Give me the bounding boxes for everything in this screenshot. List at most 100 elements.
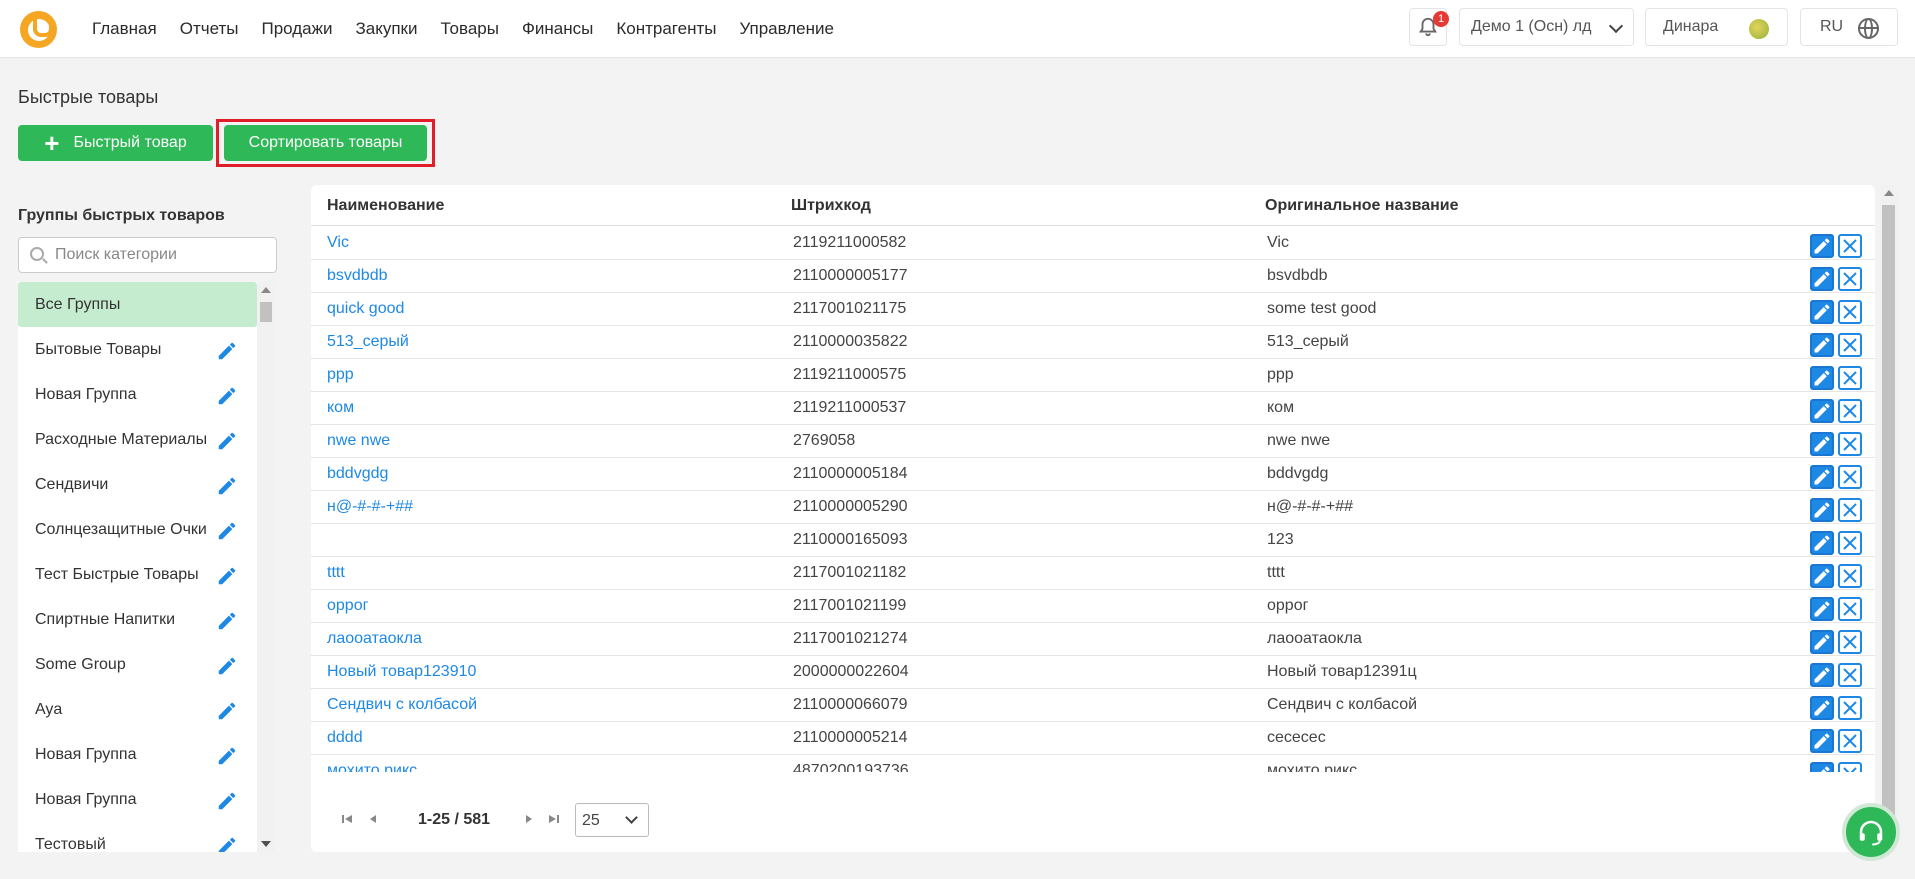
delete-row-button[interactable]	[1838, 267, 1862, 291]
next-page-icon[interactable]	[523, 813, 535, 825]
good-name-link[interactable]: оррог	[327, 597, 368, 615]
delete-row-button[interactable]	[1838, 432, 1862, 456]
logo[interactable]	[20, 11, 57, 48]
edit-pencil-icon[interactable]	[216, 475, 238, 497]
delete-row-button[interactable]	[1838, 696, 1862, 720]
edit-row-button[interactable]	[1810, 465, 1834, 489]
edit-pencil-icon[interactable]	[216, 745, 238, 767]
good-name-link[interactable]: Сендвич с колбасой	[327, 696, 477, 714]
nav-goods[interactable]: Товары	[440, 19, 498, 39]
edit-pencil-icon[interactable]	[216, 655, 238, 677]
scroll-down-icon[interactable]	[261, 841, 271, 847]
edit-row-button[interactable]	[1810, 564, 1834, 588]
column-barcode[interactable]: Штрихкод	[791, 197, 871, 215]
delete-row-button[interactable]	[1838, 234, 1862, 258]
edit-pencil-icon[interactable]	[216, 430, 238, 452]
edit-row-button[interactable]	[1810, 267, 1834, 291]
good-name-link[interactable]: dddd	[327, 729, 363, 747]
delete-row-button[interactable]	[1838, 564, 1862, 588]
group-item[interactable]: Спиртные Напитки	[18, 597, 257, 642]
group-item[interactable]: Солнцезащитные Очки	[18, 507, 257, 552]
edit-row-button[interactable]	[1810, 399, 1834, 423]
delete-row-button[interactable]	[1838, 531, 1862, 555]
good-name-link[interactable]: Новый товар123910	[327, 663, 476, 681]
edit-row-button[interactable]	[1810, 630, 1834, 654]
user-menu[interactable]: Динара	[1645, 8, 1788, 46]
good-name-link[interactable]: bsvdbdb	[327, 267, 388, 285]
group-item[interactable]: Some Group	[18, 642, 257, 687]
good-name-link[interactable]: 513_серый	[327, 333, 409, 351]
delete-row-button[interactable]	[1838, 399, 1862, 423]
scroll-thumb[interactable]	[1882, 205, 1895, 847]
good-name-link[interactable]: н@-#-#-+##	[327, 498, 413, 516]
delete-row-button[interactable]	[1838, 663, 1862, 687]
edit-pencil-icon[interactable]	[216, 520, 238, 542]
prev-page-icon[interactable]	[367, 813, 379, 825]
group-item[interactable]: Бытовые Товары	[18, 327, 257, 372]
nav-management[interactable]: Управление	[739, 19, 834, 39]
delete-row-button[interactable]	[1838, 597, 1862, 621]
column-name[interactable]: Наименование	[327, 197, 444, 215]
edit-pencil-icon[interactable]	[216, 700, 238, 722]
group-item-all[interactable]: Все Группы	[18, 282, 257, 327]
good-name-link[interactable]: quick good	[327, 300, 404, 318]
edit-row-button[interactable]	[1810, 663, 1834, 687]
edit-pencil-icon[interactable]	[216, 790, 238, 812]
store-selector[interactable]: Демо 1 (Осн) лд	[1459, 8, 1634, 46]
edit-row-button[interactable]	[1810, 432, 1834, 456]
group-item[interactable]: Новая Группа	[18, 777, 257, 822]
scroll-thumb[interactable]	[260, 302, 272, 322]
first-page-icon[interactable]	[341, 813, 353, 825]
edit-pencil-icon[interactable]	[216, 565, 238, 587]
groups-scrollbar[interactable]	[257, 282, 275, 852]
delete-row-button[interactable]	[1838, 498, 1862, 522]
group-item[interactable]: Новая Группа	[18, 372, 257, 417]
delete-row-button[interactable]	[1838, 762, 1862, 772]
edit-row-button[interactable]	[1810, 597, 1834, 621]
group-item[interactable]: Расходные Материалы	[18, 417, 257, 462]
edit-pencil-icon[interactable]	[216, 385, 238, 407]
edit-row-button[interactable]	[1810, 498, 1834, 522]
group-item[interactable]: Aya	[18, 687, 257, 732]
delete-row-button[interactable]	[1838, 465, 1862, 489]
edit-pencil-icon[interactable]	[216, 610, 238, 632]
good-name-link[interactable]: лаооатаокла	[327, 630, 422, 648]
scroll-up-icon[interactable]	[1884, 190, 1894, 196]
table-scrollbar[interactable]	[1880, 185, 1897, 852]
edit-row-button[interactable]	[1810, 762, 1834, 772]
good-name-link[interactable]: tttt	[327, 564, 345, 582]
group-item[interactable]: Новая Группа	[18, 732, 257, 777]
group-item[interactable]: Тест Быстрые Товары	[18, 552, 257, 597]
good-name-link[interactable]: Vic	[327, 234, 349, 252]
category-search-input[interactable]	[55, 244, 265, 266]
good-name-link[interactable]: bddvgdg	[327, 465, 388, 483]
delete-row-button[interactable]	[1838, 333, 1862, 357]
delete-row-button[interactable]	[1838, 630, 1862, 654]
last-page-icon[interactable]	[548, 813, 560, 825]
scroll-up-icon[interactable]	[261, 287, 271, 293]
edit-row-button[interactable]	[1810, 333, 1834, 357]
edit-row-button[interactable]	[1810, 729, 1834, 753]
support-chat-button[interactable]	[1842, 803, 1900, 861]
delete-row-button[interactable]	[1838, 729, 1862, 753]
nav-finance[interactable]: Финансы	[522, 19, 593, 39]
edit-row-button[interactable]	[1810, 531, 1834, 555]
group-item[interactable]: Тестовый	[18, 822, 257, 852]
edit-row-button[interactable]	[1810, 696, 1834, 720]
good-name-link[interactable]: мохито рикс	[327, 762, 417, 772]
edit-row-button[interactable]	[1810, 366, 1834, 390]
edit-row-button[interactable]	[1810, 300, 1834, 324]
delete-row-button[interactable]	[1838, 300, 1862, 324]
edit-pencil-icon[interactable]	[216, 340, 238, 362]
notifications-button[interactable]: 1	[1409, 8, 1449, 46]
good-name-link[interactable]: ppp	[327, 366, 354, 384]
add-quick-good-button[interactable]: + Быстрый товар	[18, 125, 213, 161]
nav-sales[interactable]: Продажи	[261, 19, 332, 39]
edit-pencil-icon[interactable]	[216, 835, 238, 852]
nav-purchases[interactable]: Закупки	[355, 19, 417, 39]
language-selector[interactable]: RU	[1800, 8, 1898, 46]
nav-counterparties[interactable]: Контрагенты	[616, 19, 716, 39]
sort-goods-button[interactable]: Сортировать товары	[224, 125, 427, 161]
column-original-name[interactable]: Оригинальное название	[1265, 197, 1459, 215]
good-name-link[interactable]: ком	[327, 399, 354, 417]
